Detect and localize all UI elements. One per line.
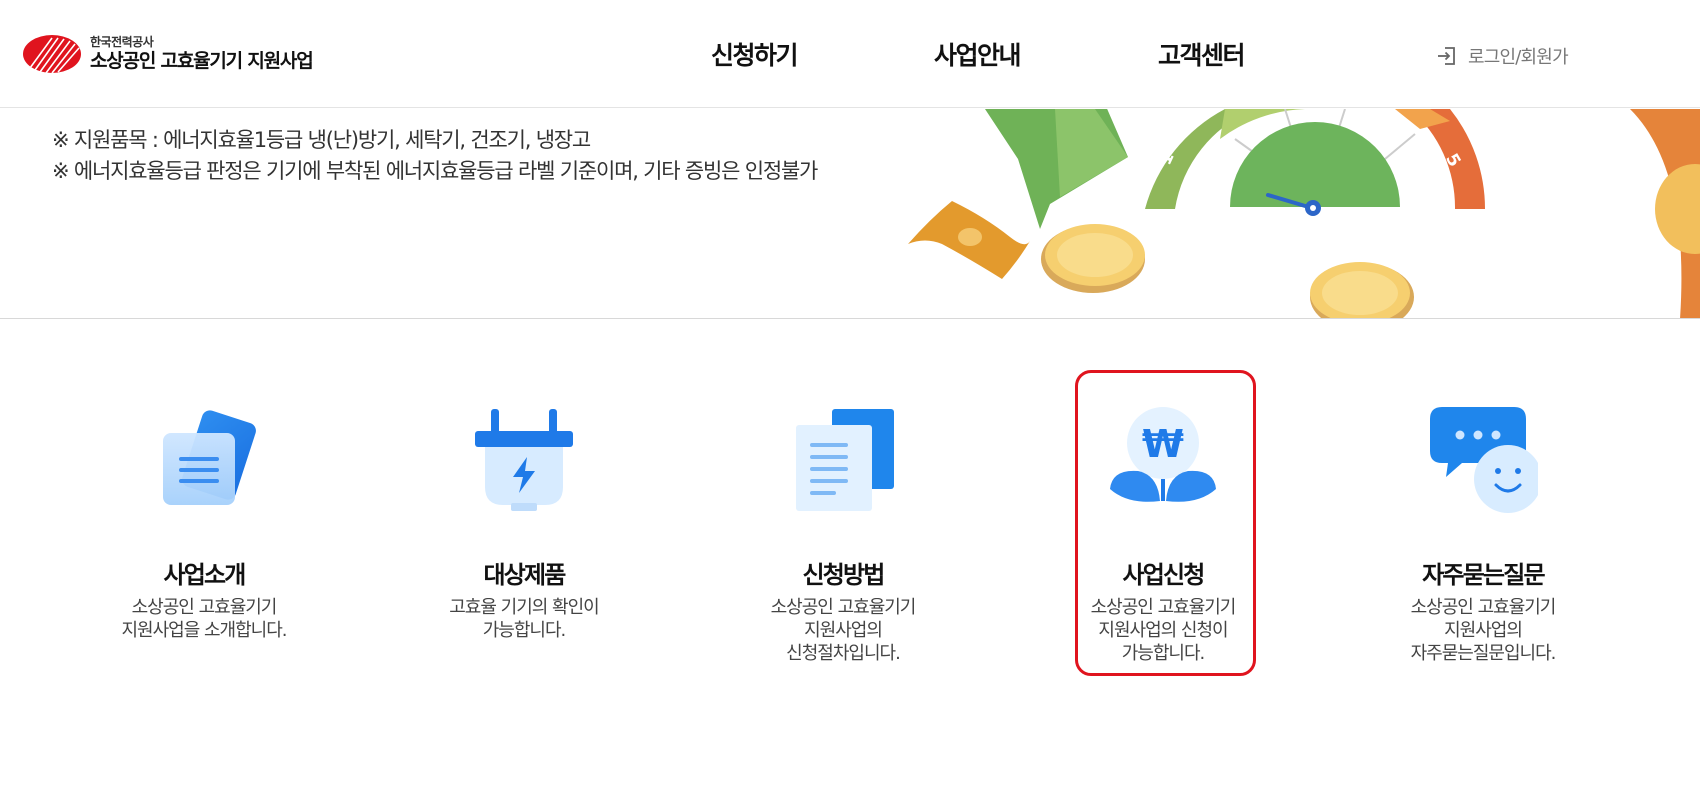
- service-description: 소상공인 고효율기기 지원사업의 신청이 가능합니다.: [1090, 597, 1237, 664]
- coin-icon: [1041, 224, 1145, 293]
- energy-gauge-illustration: 1 5: [908, 109, 1700, 318]
- service-title: 신청방법: [802, 561, 885, 589]
- nav-apply[interactable]: 신청하기: [711, 36, 799, 72]
- won-sprout-icon: ₩: [1110, 407, 1216, 502]
- service-card-method[interactable]: 신청방법 소상공인 고효율기기 지원사업의 신청절차입니다.: [728, 405, 958, 665]
- efficiency-gauge: 1 5: [1145, 109, 1485, 216]
- chat-bubble-icon: [1430, 407, 1538, 513]
- paper-list-icon: [796, 409, 894, 511]
- notice-banner: ※ 지원품목 : 에너지효율1등급 냉(난)방기, 세탁기, 건조기, 냉장고 …: [0, 109, 1700, 319]
- login-label: 로그인/회원가: [1468, 47, 1569, 68]
- coin-icon: [1310, 262, 1414, 318]
- nav-business-info[interactable]: 사업안내: [934, 36, 1022, 72]
- service-title: 사업소개: [163, 561, 246, 589]
- svg-text:₩: ₩: [1142, 422, 1184, 466]
- plug-icon: [475, 409, 573, 511]
- service-description: 소상공인 고효율기기 지원사업의 신청절차입니다.: [770, 597, 917, 664]
- down-arrow-icon: [985, 109, 1128, 229]
- service-title: 사업신청: [1122, 561, 1205, 589]
- login-link[interactable]: 로그인/회원가: [1436, 43, 1569, 69]
- documents-icon: [163, 410, 256, 505]
- site-header: 한국전력공사 소상공인 고효율기기 지원사업 신청하기 사업안내 고객센터 로그…: [0, 0, 1700, 108]
- nav-customer-center[interactable]: 고객센터: [1158, 36, 1246, 72]
- service-card-application[interactable]: ₩ 사업신청 소상공인 고효율기기 지원사업의 신청이 가능합니다.: [1048, 405, 1278, 665]
- login-icon: [1438, 47, 1455, 65]
- service-card-intro[interactable]: 사업소개 소상공인 고효율기기 지원사업을 소개합니다.: [89, 405, 319, 642]
- service-description: 소상공인 고효율기기 지원사업을 소개합니다.: [121, 597, 287, 641]
- service-menu: 사업소개 소상공인 고효율기기 지원사업을 소개합니다. 대상제품 고효율 기기…: [0, 320, 1700, 805]
- service-title: 대상제품: [483, 561, 566, 589]
- service-description: 고효율 기기의 확인이 가능합니다.: [449, 597, 599, 641]
- money-bill-icon: [908, 201, 1030, 279]
- notice-efficiency-grade: ※ 에너지효율등급 판정은 기기에 부착된 에너지효율등급 라벨 기준이며, 기…: [52, 159, 818, 183]
- service-card-faq[interactable]: 자주묻는질문 소상공인 고효율기기 지원사업의 자주묻는질문입니다.: [1368, 405, 1598, 665]
- service-description: 소상공인 고효율기기 지원사업의 자주묻는질문입니다.: [1410, 597, 1557, 664]
- notice-support-items: ※ 지원품목 : 에너지효율1등급 냉(난)방기, 세탁기, 건조기, 냉장고: [52, 128, 591, 152]
- service-title: 자주묻는질문: [1422, 561, 1545, 589]
- service-card-products[interactable]: 대상제품 고효율 기기의 확인이 가능합니다.: [409, 405, 639, 642]
